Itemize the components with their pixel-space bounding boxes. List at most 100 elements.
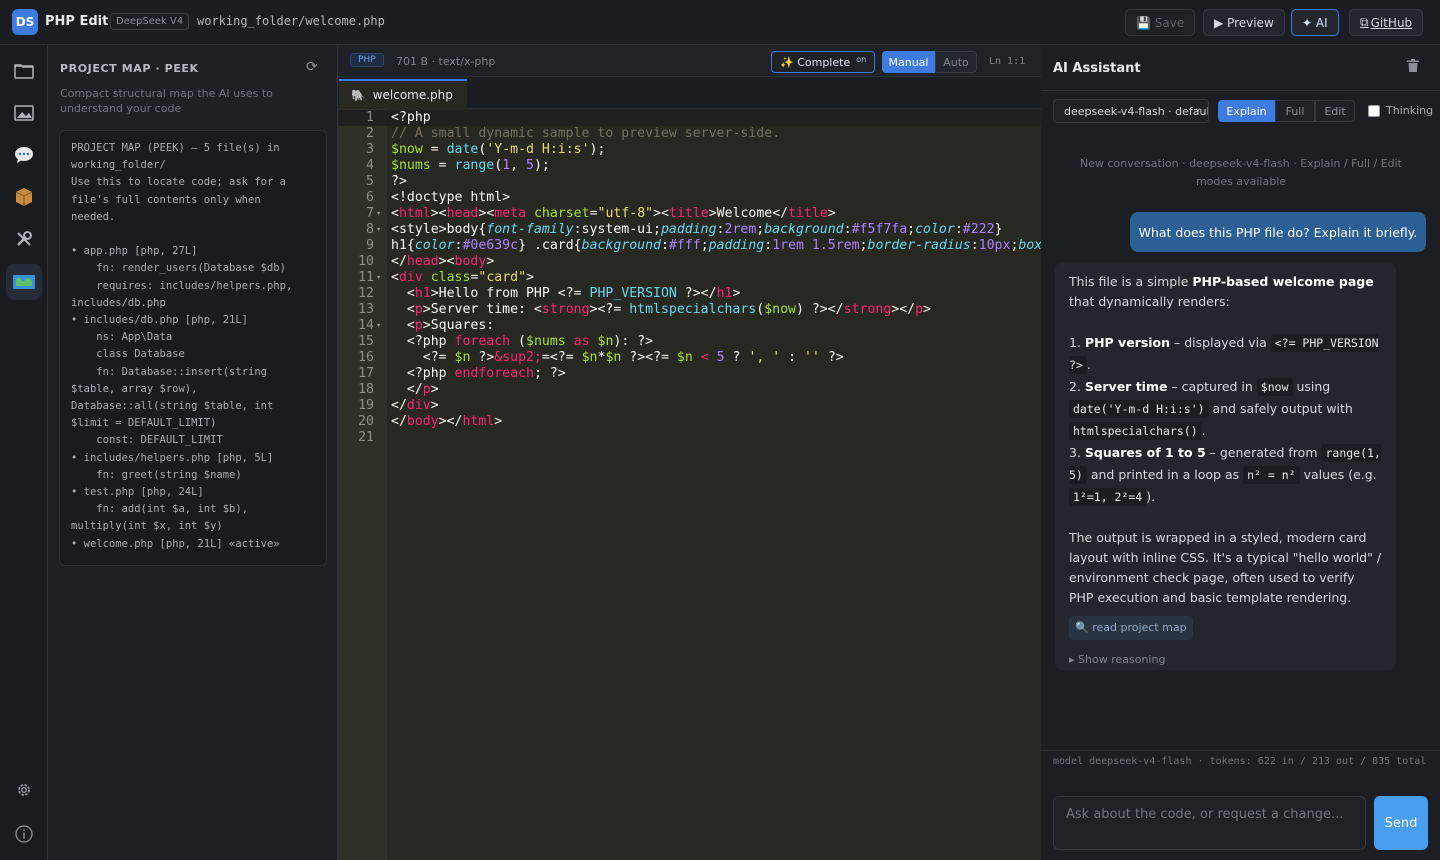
code-line: 7 ▾ <html><head><meta charset="utf-8"><tit…	[338, 206, 1041, 222]
send-button[interactable]: Send	[1374, 796, 1428, 850]
tool-chip-read-project-map[interactable]: 🔍 read project map	[1069, 616, 1193, 640]
project-map-line: $limit = DEFAULT_LIMIT)	[71, 417, 217, 430]
project-map-line: • test.php [php, 24L]	[71, 486, 204, 499]
preview-button[interactable]: ▶ Preview	[1203, 9, 1285, 36]
ai-header-divider	[1041, 90, 1440, 91]
line-number: 12	[358, 286, 374, 301]
complete-label: ✨ Complete	[780, 55, 851, 69]
code-text: $now = date('Y-m-d H:i:s');	[391, 142, 606, 157]
model-select[interactable]: deepseek-v4-flash · default ⌄	[1053, 99, 1209, 123]
code-line: 16 <?= $n ?>&sup2;=<?= $n*$n ?><?= $n < …	[338, 350, 1041, 366]
code-text: </body></html>	[391, 414, 503, 429]
code-line: 12 <h1>Hello from PHP <?= PHP_VERSION ?>…	[338, 286, 1041, 302]
package-icon[interactable]	[6, 179, 42, 215]
project-map-line: PROJECT MAP (PEEK) — 5 file(s) in	[71, 142, 280, 154]
user-message: What does this PHP file do? Explain it b…	[1130, 212, 1426, 252]
line-number: 2	[366, 126, 374, 141]
code-text: <?php	[391, 110, 431, 125]
map-icon[interactable]	[6, 264, 42, 300]
line-number: 13	[358, 302, 374, 317]
project-map-line: Database::all(string $table, int	[71, 400, 274, 413]
mode-explain[interactable]: Explain	[1218, 100, 1275, 122]
trash-icon[interactable]	[1407, 59, 1419, 76]
tools-icon[interactable]	[6, 221, 42, 257]
project-map-line: const: DEFAULT_LIMIT	[71, 434, 223, 447]
code-text: <p>Squares:	[391, 318, 495, 333]
project-map-panel: PROJECT MAP · PEEK ⟳ Compact structural …	[48, 45, 338, 860]
save-button[interactable]: 💾 Save	[1125, 9, 1196, 36]
refresh-icon[interactable]: ⟳	[306, 59, 318, 75]
reply-item-3: 3. Squares of 1 to 5 – generated from ra…	[1069, 444, 1381, 506]
project-map-line: • welcome.php [php, 21L] «active»	[71, 537, 280, 550]
file-path: working_folder/welcome.php	[197, 14, 385, 28]
project-map-title: PROJECT MAP · PEEK	[60, 62, 199, 75]
line-number: 7	[366, 206, 374, 221]
code-line: 17 <?php endforeach; ?>	[338, 366, 1041, 382]
code-text: <!doctype html>	[391, 190, 511, 205]
project-map-line: • app.php [php, 27L]	[71, 245, 198, 258]
code-text: $nums = range(1, 5);	[391, 158, 550, 173]
line-number: 17	[358, 366, 374, 381]
line-number: 4	[366, 158, 374, 173]
fold-arrow-icon[interactable]: ▾	[376, 222, 381, 238]
reply-item-1: 1. PHP version – displayed via <?= PHP_V…	[1069, 334, 1379, 374]
complete-toggle[interactable]: ✨ Complete on	[771, 51, 876, 73]
project-map-line: Use this to locate code; ask for a	[71, 176, 286, 189]
code-line: 11 ▾ <div class="card">	[338, 270, 1041, 286]
project-map-line: fn: render_users(Database $db)	[71, 262, 286, 275]
folder-icon[interactable]	[6, 53, 42, 89]
app-name: PHP Edit	[45, 14, 109, 29]
mode-auto-button[interactable]: Auto	[935, 51, 977, 73]
line-number: 9	[366, 238, 374, 253]
file-info: 701 B · text/x-php	[396, 55, 496, 68]
info-icon[interactable]	[6, 816, 42, 852]
code-line: 9 h1{color:#0e639c} .card{background:#fff…	[338, 238, 1041, 254]
model-badge: DeepSeek V4	[110, 13, 190, 30]
mode-edit[interactable]: Edit	[1315, 100, 1355, 122]
fold-arrow-icon[interactable]: ▾	[376, 318, 381, 334]
settings-icon[interactable]	[6, 772, 42, 808]
code-text: <h1>Hello from PHP <?= PHP_VERSION ?></h…	[391, 286, 741, 301]
code-text: <style>body{font-family:system-ui;paddin…	[391, 222, 1003, 237]
code-text: <div class="card">	[391, 270, 534, 285]
editor-tabs: 🐘 welcome.php	[338, 77, 1041, 109]
code-line: 13 <p>Server time: <strong><?= htmlspeci…	[338, 302, 1041, 318]
reply-item-2: 2. Server time – captured in $now using …	[1069, 378, 1353, 440]
line-number: 21	[358, 430, 374, 445]
code-text: <html><head><meta charset="utf-8"><title…	[391, 206, 836, 221]
image-icon[interactable]	[6, 95, 42, 131]
thinking-checkbox[interactable]	[1368, 104, 1380, 117]
editor-header: PHP 701 B · text/x-php ✨ Complete on Manu…	[338, 45, 1041, 77]
ai-assistant-panel: AI Assistant deepseek-v4-flash · default…	[1041, 45, 1440, 860]
code-line: 18 </p>	[338, 382, 1041, 398]
mode-full[interactable]: Full	[1275, 100, 1315, 122]
project-map-line	[71, 226, 315, 243]
code-text: </p>	[391, 382, 439, 397]
fold-arrow-icon[interactable]: ▾	[376, 270, 381, 286]
chevron-down-icon: ⌄	[1193, 103, 1202, 114]
line-number: 14	[358, 318, 374, 333]
code-line: 1 <?php	[338, 110, 1041, 126]
thinking-label: Thinking	[1386, 104, 1434, 117]
code-text: <?= $n ?>&sup2;=<?= $n*$n ?><?= $n < 5 ?…	[391, 350, 844, 365]
fold-arrow-icon[interactable]: ▾	[376, 206, 381, 222]
code-line: 21	[338, 430, 1041, 446]
thinking-toggle[interactable]: Thinking	[1368, 104, 1433, 117]
project-map-content: PROJECT MAP (PEEK) — 5 file(s) in working…	[59, 130, 327, 566]
show-reasoning-toggle[interactable]: ▸ Show reasoning	[1069, 650, 1382, 670]
code-editor[interactable]: 1 <?php 2 // A small dynamic sample to prev…	[338, 109, 1041, 860]
line-number: 16	[358, 350, 374, 365]
project-map-line: fn: greet(string $name)	[71, 468, 242, 481]
chat-icon[interactable]	[6, 137, 42, 173]
line-number: 11	[358, 270, 374, 285]
github-button[interactable]: ⧉ GitHub	[1349, 9, 1424, 36]
top-bar: DS PHP Edit DeepSeek V4 working_folder/w…	[0, 0, 1440, 45]
chat-input[interactable]: Ask about the code, or request a change.…	[1053, 796, 1366, 850]
ai-button[interactable]: ✦ AI	[1291, 9, 1339, 36]
token-usage: model deepseek-v4-flash · tokens: 622 in…	[1041, 750, 1440, 773]
complete-state: on	[856, 54, 867, 64]
code-line: 10 </head><body>	[338, 254, 1041, 270]
tab-welcome-php[interactable]: 🐘 welcome.php	[339, 79, 467, 109]
mode-manual-button[interactable]: Manual	[882, 51, 935, 73]
code-line: 19 </div>	[338, 398, 1041, 414]
